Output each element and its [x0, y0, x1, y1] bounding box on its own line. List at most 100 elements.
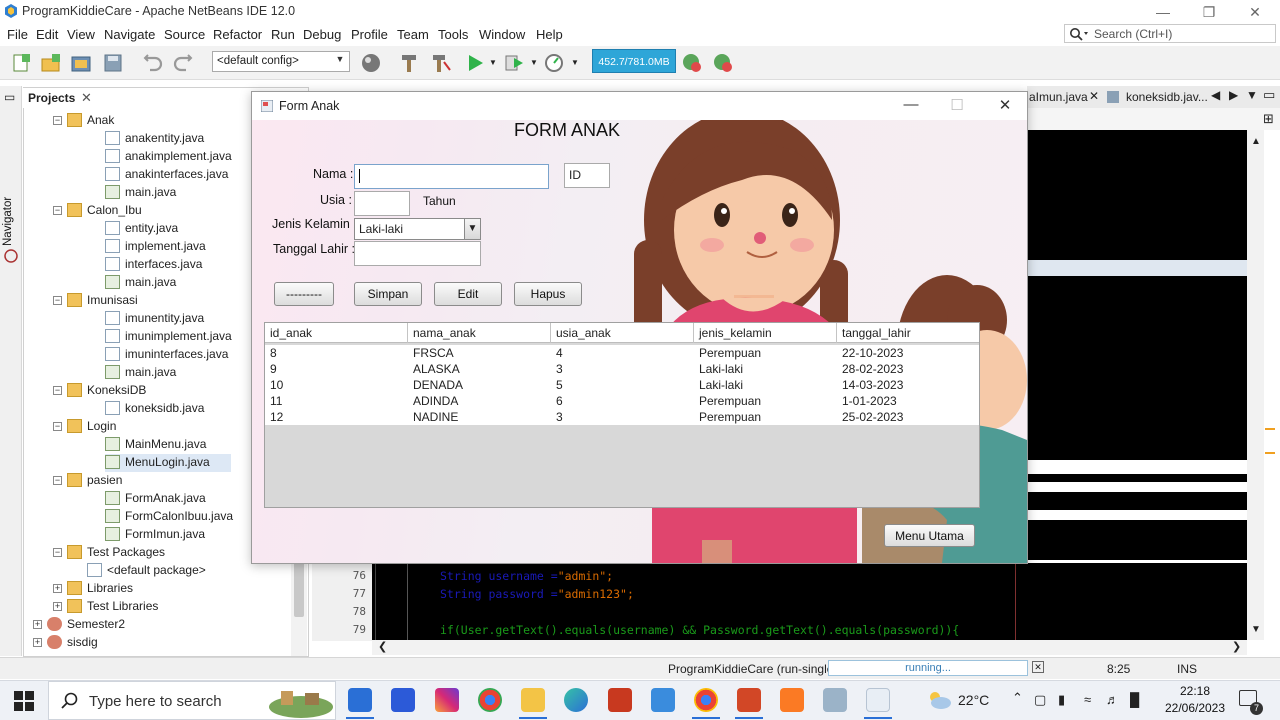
run-icon[interactable] — [464, 52, 486, 74]
collapse-icon[interactable]: − — [53, 296, 62, 305]
editor-code-area[interactable] — [1027, 130, 1247, 560]
collapse-icon[interactable]: − — [53, 116, 62, 125]
chevron-up-icon[interactable]: ⌃ — [1012, 690, 1023, 706]
column-header[interactable]: tanggal_lahir — [842, 326, 911, 340]
chrome-profile-icon[interactable] — [694, 688, 718, 712]
redo-icon[interactable] — [172, 52, 194, 74]
id-field[interactable]: ID — [564, 163, 610, 188]
maximize-icon[interactable]: ▭ — [1263, 87, 1275, 103]
file-explorer-icon[interactable] — [521, 688, 545, 712]
projects-tab[interactable]: Projects ✕ — [23, 88, 95, 108]
expand-icon[interactable]: + — [53, 584, 62, 593]
collapse-icon[interactable]: − — [53, 476, 62, 485]
clean-build-icon[interactable] — [430, 52, 452, 74]
form-close-button[interactable]: ✕ — [986, 96, 1024, 114]
debug-icon[interactable] — [503, 52, 525, 74]
close-tab-icon[interactable]: ✕ — [81, 90, 92, 106]
hapus-button[interactable]: Hapus — [514, 282, 582, 306]
usia-input[interactable] — [354, 191, 410, 216]
system-clock[interactable]: 22:18 22/06/2023 — [1160, 683, 1230, 717]
menu-window[interactable]: Window — [479, 27, 525, 42]
xampp-icon[interactable] — [780, 688, 804, 712]
scroll-right-icon[interactable]: ❯ — [1232, 640, 1241, 653]
tree-file-selected[interactable]: MenuLogin.java — [105, 454, 231, 472]
collapse-icon[interactable]: − — [53, 548, 62, 557]
globe-icon[interactable] — [360, 52, 382, 74]
scroll-left-icon[interactable]: ❮ — [378, 640, 387, 653]
settings-app-icon[interactable] — [823, 688, 847, 712]
wifi-icon[interactable]: ≈ — [1084, 692, 1091, 707]
scroll-up-icon[interactable]: ▲ — [1251, 136, 1261, 147]
navigator-tab[interactable]: Navigator — [2, 197, 14, 246]
close-button[interactable]: ✕ — [1232, 2, 1278, 22]
tray-device-icon[interactable]: ▢ — [1034, 692, 1046, 708]
menu-utama-button[interactable]: Menu Utama — [884, 524, 975, 547]
edit-button[interactable]: Edit — [434, 282, 502, 306]
table-row[interactable]: 10 DENADA 5 Laki-laki 14-03-2023 — [265, 377, 979, 393]
editor-tab[interactable]: koneksidb.jav... — [1126, 90, 1208, 104]
editor-vertical-scrollbar[interactable]: ▲ ▼ — [1247, 130, 1264, 640]
menu-debug[interactable]: Debug — [303, 27, 341, 42]
debug-dropdown-icon[interactable]: ▼ — [530, 58, 538, 67]
scroll-tabs-left-icon[interactable]: ◀ — [1211, 88, 1220, 102]
editor-horizontal-scrollbar[interactable]: ❮ ❯ — [372, 640, 1247, 655]
restore-button[interactable]: ❐ — [1186, 2, 1232, 22]
windows-start-icon[interactable] — [14, 691, 34, 711]
edge-icon[interactable] — [564, 688, 588, 712]
column-header[interactable]: id_anak — [270, 326, 312, 340]
minimize-icon[interactable]: ▭ — [4, 90, 15, 104]
tab-list-icon[interactable]: ▼ — [1246, 88, 1258, 102]
gc-icon[interactable] — [681, 52, 703, 74]
menu-file[interactable]: File — [7, 27, 28, 42]
save-all-icon[interactable] — [102, 52, 124, 74]
run-dropdown-icon[interactable]: ▼ — [489, 58, 497, 67]
temperature[interactable]: 22°C — [958, 692, 989, 708]
ide-search-input[interactable]: Search (Ctrl+I) — [1064, 24, 1276, 43]
menu-run[interactable]: Run — [271, 27, 295, 42]
menu-tools[interactable]: Tools — [438, 27, 468, 42]
menu-edit[interactable]: Edit — [36, 27, 58, 42]
new-project-icon[interactable] — [40, 52, 62, 74]
column-divider[interactable] — [550, 323, 551, 343]
profile-snapshot-icon[interactable] — [712, 52, 734, 74]
menu-navigate[interactable]: Navigate — [104, 27, 155, 42]
profile-icon[interactable] — [543, 52, 565, 74]
column-header[interactable]: nama_anak — [413, 326, 476, 340]
expand-icon[interactable]: + — [33, 638, 42, 647]
collapse-icon[interactable]: − — [53, 386, 62, 395]
form-title-bar[interactable]: Form Anak — ☐ ✕ — [252, 92, 1027, 120]
expand-icon[interactable]: + — [53, 602, 62, 611]
visual-studio-icon[interactable] — [391, 688, 415, 712]
scroll-down-icon[interactable]: ▼ — [1251, 624, 1261, 635]
menu-team[interactable]: Team — [397, 27, 429, 42]
column-header[interactable]: jenis_kelamin — [699, 326, 772, 340]
build-hammer-icon[interactable] — [398, 52, 420, 74]
tanggal-lahir-input[interactable] — [354, 241, 481, 266]
nama-input[interactable] — [354, 164, 549, 189]
memory-indicator[interactable]: 452.7/781.0MB — [592, 49, 676, 73]
column-divider[interactable] — [407, 323, 408, 343]
taskbar-search-box[interactable]: Type here to search — [48, 681, 336, 720]
form-minimize-button[interactable]: — — [892, 96, 930, 113]
undo-icon[interactable] — [142, 52, 164, 74]
powerpoint-icon[interactable] — [737, 688, 761, 712]
hexagon-app-icon[interactable] — [651, 688, 675, 712]
language-icon[interactable]: █ — [1130, 692, 1139, 707]
menu-source[interactable]: Source — [164, 27, 205, 42]
open-project-icon[interactable] — [70, 52, 92, 74]
java-app-icon[interactable] — [866, 688, 890, 712]
profile-dropdown-icon[interactable]: ▼ — [571, 58, 579, 67]
scroll-tabs-right-icon[interactable]: ▶ — [1229, 88, 1238, 102]
menu-help[interactable]: Help — [536, 27, 563, 42]
collapse-icon[interactable]: − — [53, 206, 62, 215]
column-header[interactable]: usia_anak — [556, 326, 611, 340]
clear-button[interactable]: --------- — [274, 282, 334, 306]
minimize-button[interactable]: — — [1140, 2, 1186, 22]
table-row[interactable]: 9 ALASKA 3 Laki-laki 28-02-2023 — [265, 361, 979, 377]
error-stripe-marker[interactable] — [1265, 428, 1275, 430]
form-maximize-button[interactable]: ☐ — [938, 96, 976, 114]
menu-view[interactable]: View — [67, 27, 95, 42]
close-tab-icon[interactable]: ✕ — [1089, 89, 1099, 103]
anak-table[interactable]: id_anak nama_anak usia_anak jenis_kelami… — [264, 322, 980, 508]
table-row[interactable]: 12 NADINE 3 Perempuan 25-02-2023 — [265, 409, 979, 425]
